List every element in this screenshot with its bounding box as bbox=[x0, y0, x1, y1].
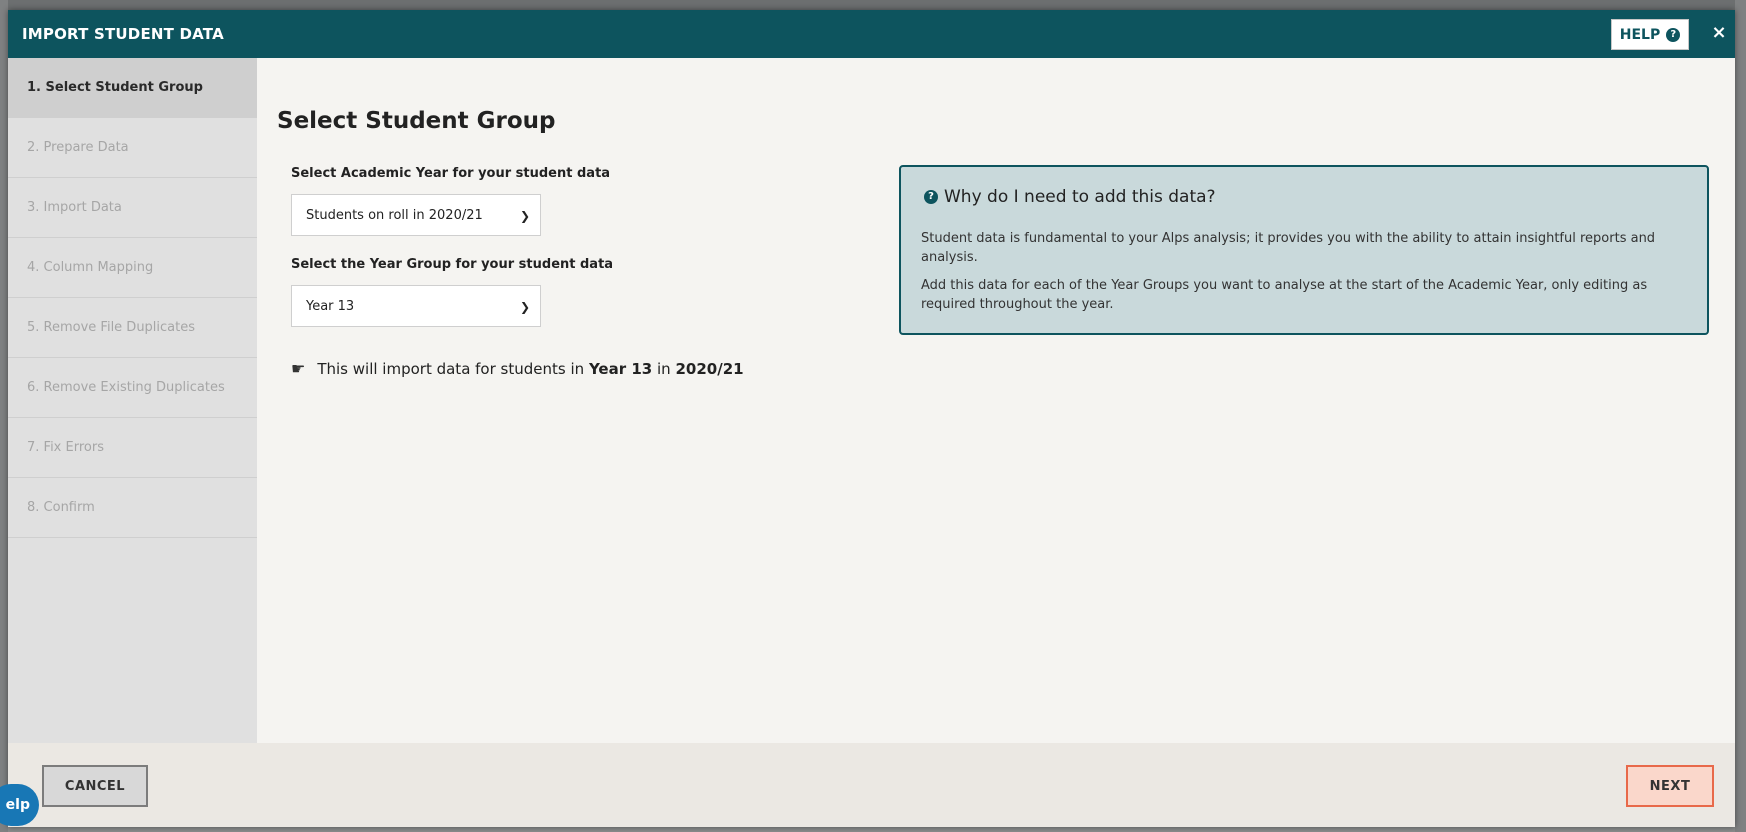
step-prepare-data: 2. Prepare Data bbox=[8, 118, 257, 178]
cancel-button[interactable]: CANCEL bbox=[42, 765, 148, 807]
modal-title: IMPORT STUDENT DATA bbox=[22, 25, 224, 43]
step-remove-existing-duplicates: 6. Remove Existing Duplicates bbox=[8, 358, 257, 418]
close-button[interactable]: × bbox=[1709, 22, 1729, 44]
year-group-select[interactable]: Year 13 ❯ bbox=[291, 285, 541, 327]
modal-header: IMPORT STUDENT DATA HELP ? × bbox=[8, 10, 1735, 58]
backdrop-topbar bbox=[0, 0, 1746, 10]
step-fix-errors: 7. Fix Errors bbox=[8, 418, 257, 478]
help-button-label: HELP bbox=[1619, 26, 1661, 43]
step-confirm: 8. Confirm bbox=[8, 478, 257, 538]
page-title: Select Student Group bbox=[277, 108, 556, 134]
summary-academic-year: 2020/21 bbox=[675, 359, 744, 378]
academic-year-value: Students on roll in 2020/21 bbox=[306, 207, 483, 223]
question-circle-icon: ? bbox=[924, 190, 938, 204]
year-group-value: Year 13 bbox=[306, 298, 355, 314]
year-group-label: Select the Year Group for your student d… bbox=[291, 257, 614, 272]
info-paragraph-1: Student data is fundamental to your Alps… bbox=[921, 231, 1656, 265]
steps-sidebar: 1. Select Student Group 2. Prepare Data … bbox=[8, 58, 257, 743]
next-button[interactable]: NEXT bbox=[1626, 765, 1714, 807]
chevron-down-icon: ❯ bbox=[519, 209, 530, 223]
step-import-data: 3. Import Data bbox=[8, 178, 257, 238]
chevron-down-icon: ❯ bbox=[519, 300, 530, 314]
academic-year-label: Select Academic Year for your student da… bbox=[291, 166, 611, 181]
step-column-mapping: 4. Column Mapping bbox=[8, 238, 257, 298]
info-panel: ? Why do I need to add this data? Studen… bbox=[899, 165, 1709, 335]
pointing-hand-icon: ☛ bbox=[291, 359, 306, 378]
backdrop-left-edge bbox=[0, 0, 8, 832]
import-student-data-modal: IMPORT STUDENT DATA HELP ? × 1. Select S… bbox=[8, 10, 1735, 827]
backdrop-right-edge bbox=[1735, 0, 1746, 832]
modal-footer: CANCEL NEXT bbox=[8, 743, 1735, 827]
help-button[interactable]: HELP ? bbox=[1611, 19, 1689, 50]
question-circle-icon: ? bbox=[1666, 27, 1681, 42]
info-paragraph-2: Add this data for each of the Year Group… bbox=[921, 278, 1648, 312]
step-remove-file-duplicates: 5. Remove File Duplicates bbox=[8, 298, 257, 358]
import-summary: ☛ This will import data for students in … bbox=[291, 359, 744, 378]
main-content: Select Student Group Select Academic Yea… bbox=[257, 58, 1735, 743]
step-select-student-group[interactable]: 1. Select Student Group bbox=[8, 58, 257, 118]
academic-year-select[interactable]: Students on roll in 2020/21 ❯ bbox=[291, 194, 541, 236]
summary-year-group: Year 13 bbox=[588, 359, 653, 378]
info-title: ? Why do I need to add this data? bbox=[924, 187, 1687, 207]
import-summary-text: This will import data for students in Ye… bbox=[317, 359, 744, 378]
